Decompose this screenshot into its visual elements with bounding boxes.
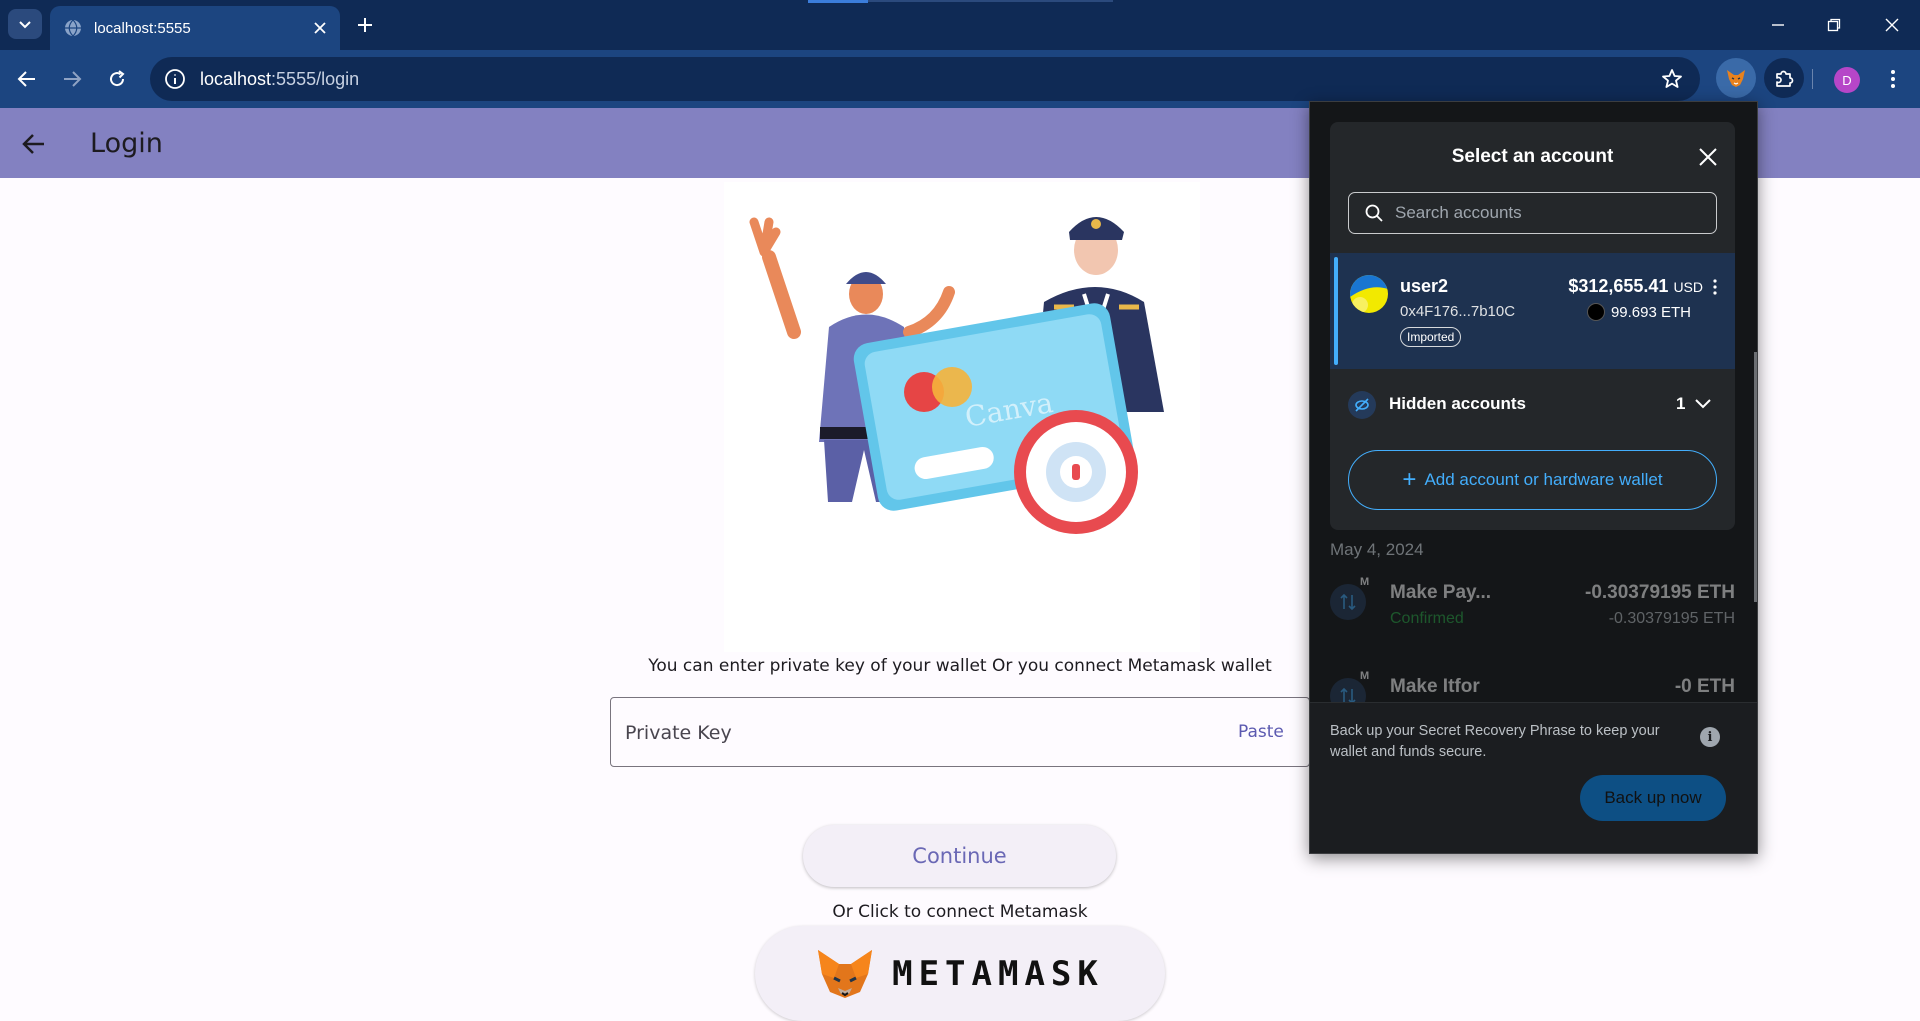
- metamask-extension-button[interactable]: [1716, 58, 1756, 98]
- more-vertical-icon: [1891, 70, 1895, 88]
- reload-icon: [110, 70, 125, 87]
- close-icon: [1699, 148, 1717, 166]
- account-options-button[interactable]: [1707, 275, 1723, 299]
- fiat-value: $312,655.41: [1568, 276, 1669, 296]
- eth-value: 99.693 ETH: [1610, 303, 1691, 321]
- activity-date: May 4, 2024: [1330, 540, 1424, 559]
- minimize-button[interactable]: [1760, 10, 1796, 40]
- transaction-title: Make Itfor: [1390, 676, 1480, 697]
- connect-metamask-button[interactable]: METAMASK: [755, 926, 1165, 1021]
- tab-close-icon[interactable]: [306, 14, 334, 42]
- eye-slash-icon: [1348, 391, 1376, 419]
- arrow-left-icon: [17, 71, 35, 87]
- bookmark-star-icon[interactable]: [1660, 67, 1684, 91]
- account-avatar: [1350, 275, 1388, 313]
- back-button[interactable]: [12, 64, 42, 94]
- tab-search-button[interactable]: [8, 9, 42, 39]
- page-title: Login: [90, 128, 163, 159]
- backup-reminder-banner: Back up your Secret Recovery Phrase to k…: [1310, 702, 1757, 853]
- puzzle-icon: [1776, 70, 1794, 87]
- extensions-button[interactable]: [1764, 58, 1804, 98]
- backup-reminder-text: Back up your Secret Recovery Phrase to k…: [1330, 723, 1660, 760]
- transaction-status: Confirmed: [1390, 610, 1464, 627]
- site-info-icon[interactable]: [164, 68, 186, 90]
- close-window-button[interactable]: [1874, 10, 1910, 40]
- metamask-fox-icon: [1727, 70, 1745, 87]
- transaction-amount: -0 ETH: [1674, 676, 1735, 697]
- url-host: localhost: [200, 68, 272, 89]
- add-account-label: Add account or hardware wallet: [1424, 470, 1663, 489]
- search-icon: [1365, 204, 1383, 222]
- continue-button[interactable]: Continue: [803, 825, 1116, 887]
- modal-title: Select an account: [1451, 146, 1614, 167]
- transaction-amount-secondary: -0.30379195 ETH: [1608, 610, 1735, 627]
- account-fiat-balance: $312,655.41 USD: [1568, 276, 1703, 297]
- profile-avatar[interactable]: D: [1834, 67, 1860, 93]
- lock-dial-shape: [1014, 410, 1138, 534]
- metamask-fox-icon: [818, 949, 873, 998]
- select-account-modal: Select an account user2 0x4F176...7b10C …: [1330, 122, 1735, 530]
- restore-icon: [1827, 18, 1841, 32]
- transaction-amount: -0.30379195 ETH: [1585, 582, 1735, 603]
- hidden-accounts-label: Hidden accounts: [1389, 394, 1526, 413]
- backup-now-button[interactable]: Back up now: [1580, 775, 1726, 821]
- transaction-badge: M: [1360, 670, 1370, 682]
- close-icon: [1885, 18, 1899, 32]
- swap-icon: [1330, 584, 1366, 620]
- tab-strip-indicator: [808, 0, 868, 3]
- transaction-title: Make Pay...: [1390, 582, 1492, 603]
- info-icon[interactable]: i: [1700, 727, 1720, 747]
- imported-badge: Imported: [1400, 327, 1462, 347]
- minimize-icon: [1772, 24, 1784, 26]
- forward-button[interactable]: [57, 64, 87, 94]
- browser-menu-button[interactable]: [1880, 64, 1906, 94]
- tab-strip-indicator-track: [868, 0, 1113, 2]
- account-eth-balance: 99.693 ETH: [1586, 303, 1691, 321]
- security-illustration: Canva: [724, 182, 1200, 652]
- tab-title: localhost:5555: [94, 19, 191, 37]
- selected-indicator: [1334, 257, 1338, 365]
- chevron-down-icon: [19, 21, 31, 29]
- hidden-accounts-count: 1: [1676, 394, 1686, 413]
- browser-tab-active[interactable]: localhost:5555: [50, 6, 340, 50]
- connect-metamask-hint: Or Click to connect Metamask: [832, 902, 1088, 922]
- metamask-button-text: METAMASK: [892, 953, 1104, 994]
- browser-tab-strip: localhost:5555: [0, 0, 1920, 50]
- private-key-label: Private Key: [625, 722, 732, 744]
- modal-close-button[interactable]: [1693, 142, 1723, 172]
- browser-toolbar: localhost:5555/login D: [0, 50, 1920, 108]
- add-account-button[interactable]: + Add account or hardware wallet: [1348, 450, 1717, 510]
- plus-icon: +: [1402, 466, 1417, 493]
- chevron-down-icon: [1695, 399, 1711, 409]
- reload-button[interactable]: [102, 64, 132, 94]
- new-tab-button[interactable]: [352, 12, 378, 38]
- globe-icon: [65, 19, 81, 37]
- transaction-badge: M: [1360, 576, 1370, 588]
- popup-scrollbar[interactable]: [1754, 352, 1757, 602]
- search-accounts-field[interactable]: [1348, 192, 1717, 234]
- back-arrow-icon[interactable]: [20, 130, 48, 158]
- transaction-item[interactable]: M Make Pay... Confirmed -0.30379195 ETH …: [1330, 576, 1735, 636]
- private-key-field[interactable]: Private Key Paste: [610, 697, 1310, 767]
- toolbar-separator: [1812, 69, 1813, 89]
- account-name: user2: [1400, 276, 1449, 296]
- eth-icon: [1586, 303, 1605, 321]
- paste-button[interactable]: Paste: [1238, 722, 1284, 742]
- arrow-right-icon: [64, 71, 82, 87]
- hidden-accounts-toggle[interactable]: Hidden accounts 1: [1330, 370, 1735, 438]
- more-vertical-icon: [1713, 279, 1717, 295]
- url-path: :5555/login: [271, 68, 360, 89]
- metamask-popup: Select an account user2 0x4F176...7b10C …: [1309, 101, 1758, 854]
- restore-button[interactable]: [1816, 10, 1852, 40]
- account-address: 0x4F176...7b10C: [1400, 303, 1516, 320]
- fiat-currency: USD: [1673, 279, 1703, 295]
- account-row-selected[interactable]: user2 0x4F176...7b10C Imported $312,655.…: [1330, 253, 1735, 369]
- address-bar[interactable]: localhost:5555/login: [150, 57, 1700, 101]
- plus-icon: [358, 18, 372, 32]
- search-accounts-input[interactable]: [1395, 203, 1695, 223]
